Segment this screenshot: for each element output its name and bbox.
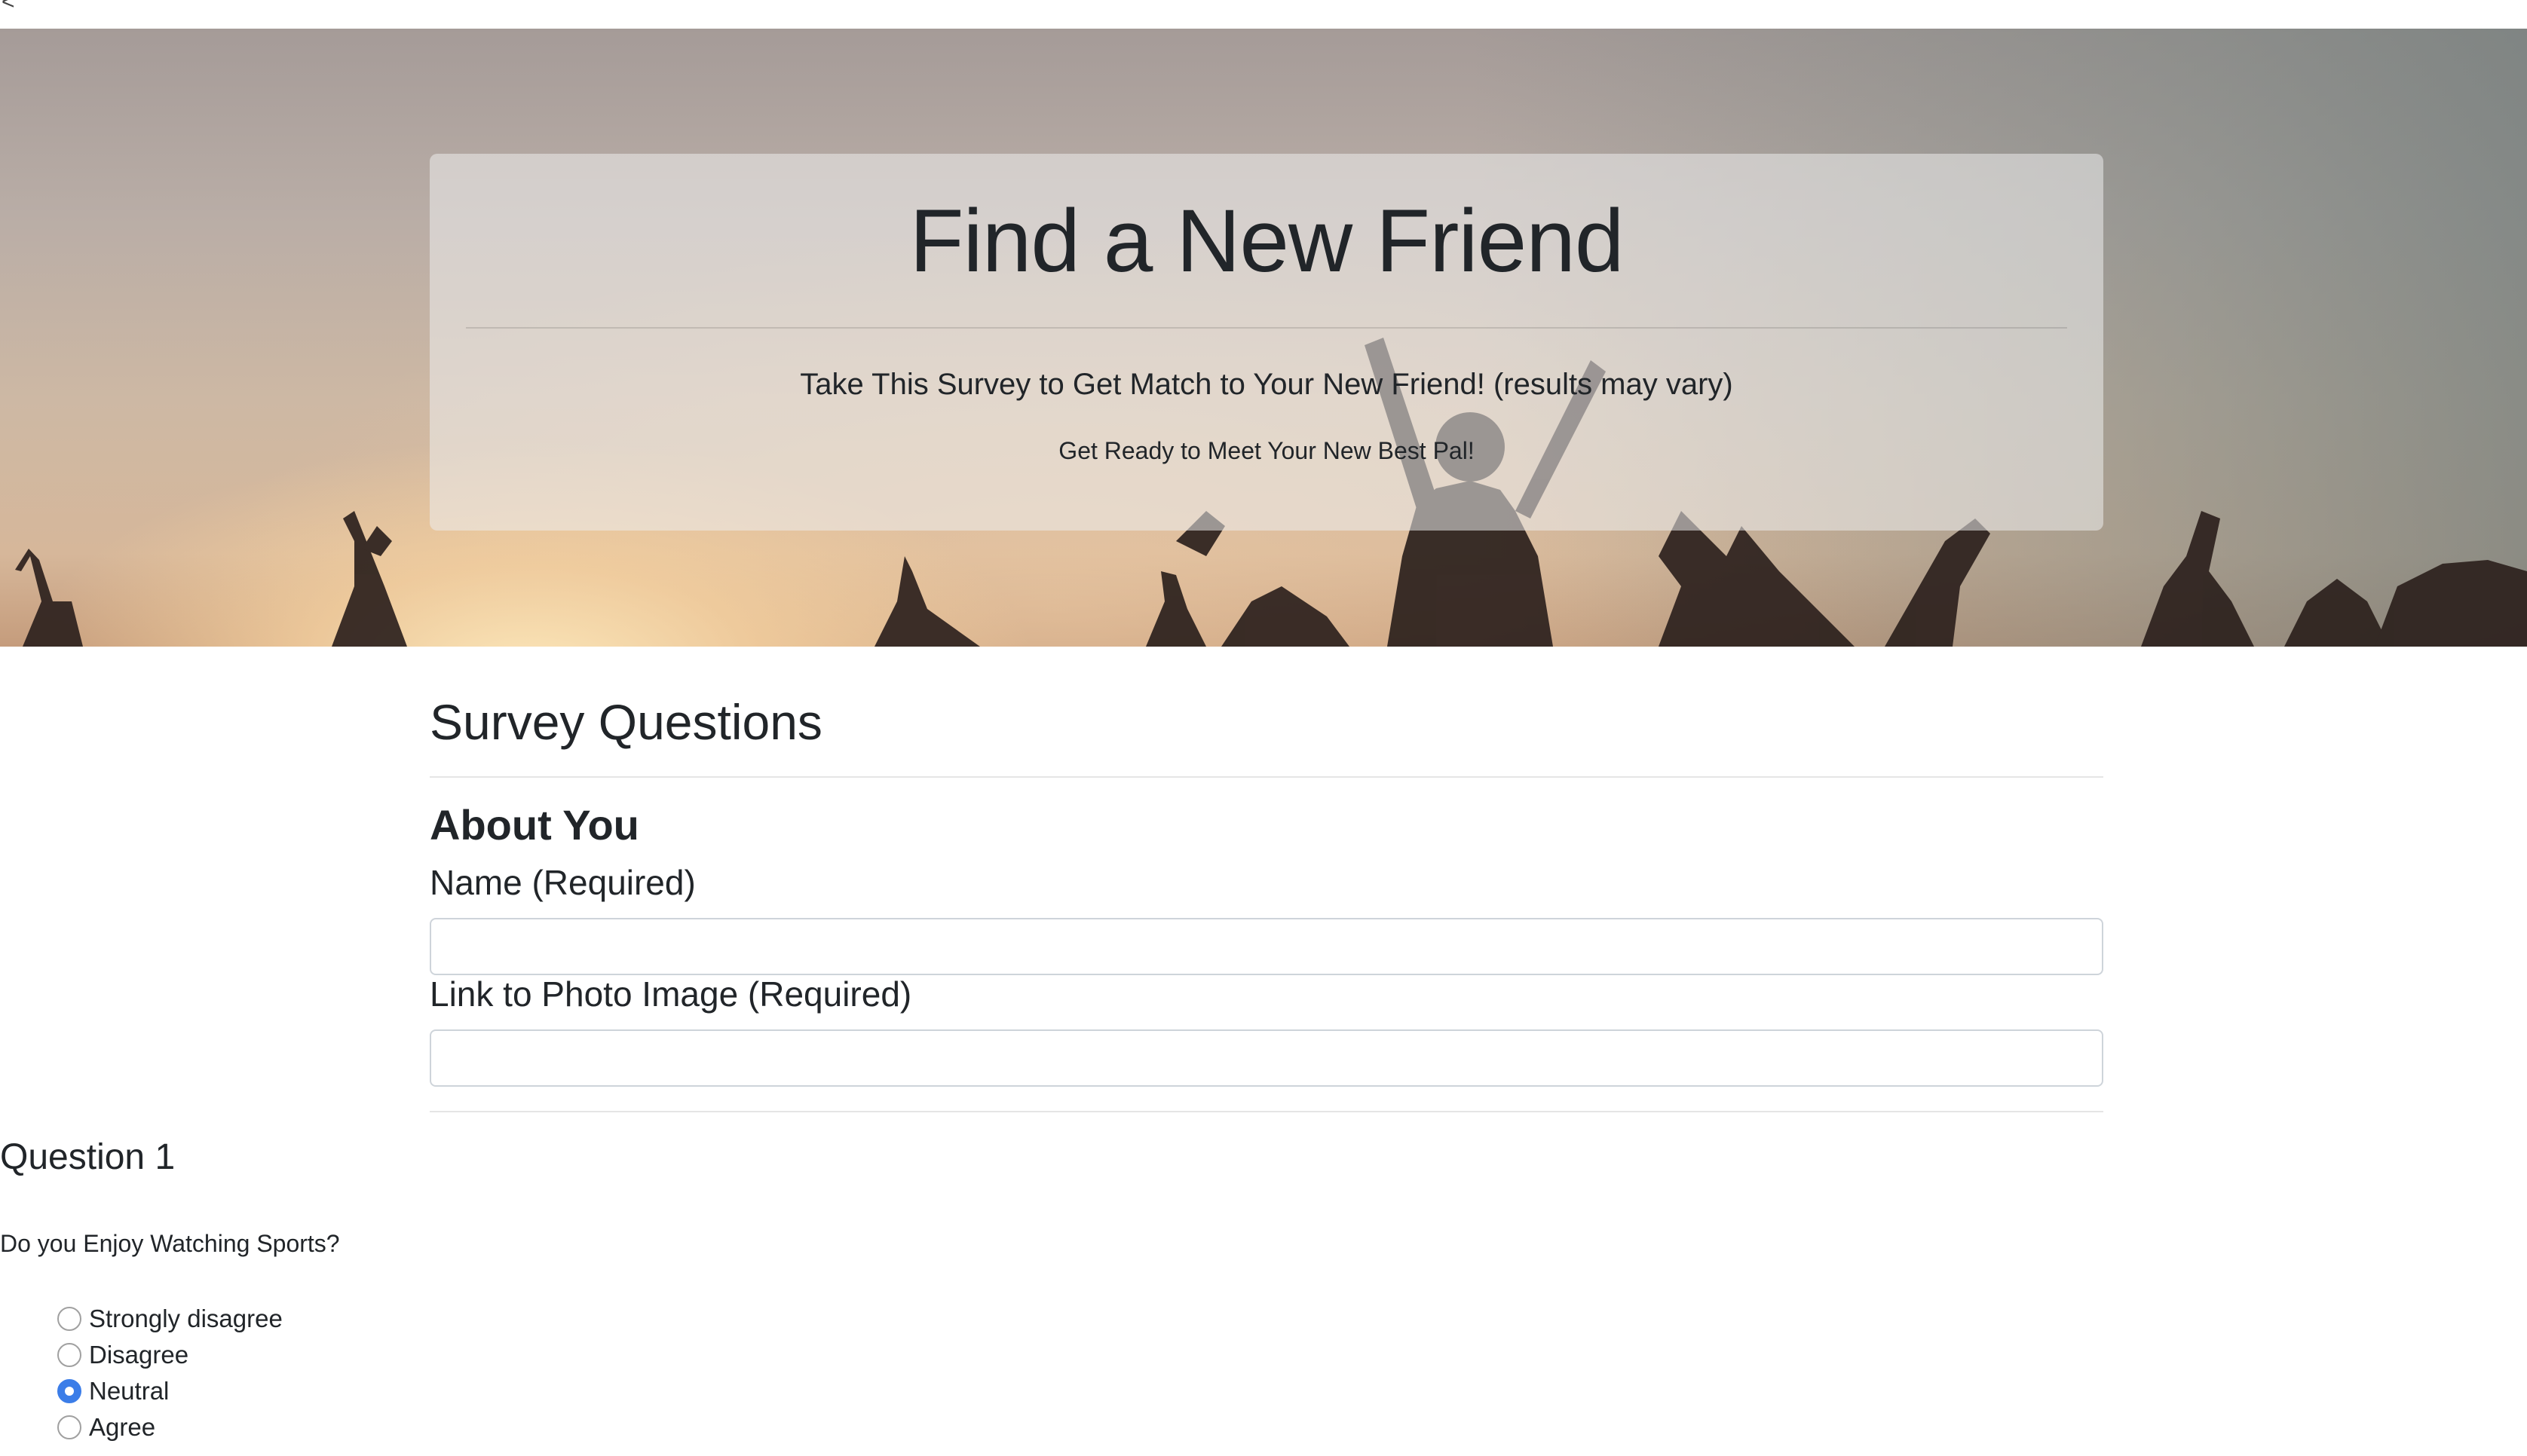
option-label: Neutral bbox=[89, 1377, 170, 1405]
radio-button[interactable] bbox=[57, 1415, 81, 1439]
option-label: Agree bbox=[89, 1413, 156, 1441]
top-strip: < bbox=[0, 0, 2527, 29]
about-you-heading: About You bbox=[430, 801, 639, 849]
photo-link-input[interactable] bbox=[430, 1029, 2103, 1087]
photo-link-label: Link to Photo Image (Required) bbox=[430, 974, 912, 1014]
divider bbox=[430, 776, 2103, 778]
option-neutral[interactable]: Neutral bbox=[57, 1373, 283, 1409]
option-agree[interactable]: Agree bbox=[57, 1409, 283, 1445]
hero-banner: Find a New Friend Take This Survey to Ge… bbox=[0, 29, 2527, 647]
option-disagree[interactable]: Disagree bbox=[57, 1337, 283, 1373]
radio-button-checked[interactable] bbox=[57, 1379, 81, 1403]
radio-button[interactable] bbox=[57, 1307, 81, 1331]
page-title: Find a New Friend bbox=[909, 191, 1624, 291]
jumbotron: Find a New Friend Take This Survey to Ge… bbox=[430, 154, 2103, 531]
divider bbox=[430, 1111, 2103, 1112]
divider bbox=[466, 327, 2067, 329]
answer-options: Strongly disagree Disagree Neutral Agree bbox=[57, 1301, 283, 1445]
name-label: Name (Required) bbox=[430, 863, 696, 902]
subtext: Get Ready to Meet Your New Best Pal! bbox=[1058, 437, 1475, 464]
survey-title: Survey Questions bbox=[430, 694, 822, 750]
name-input[interactable] bbox=[430, 918, 2103, 975]
lead-text: Take This Survey to Get Match to Your Ne… bbox=[800, 368, 1733, 401]
question-text: Do you Enjoy Watching Sports? bbox=[0, 1230, 340, 1257]
option-strongly-disagree[interactable]: Strongly disagree bbox=[57, 1301, 283, 1337]
option-label: Strongly disagree bbox=[89, 1305, 283, 1332]
question-title: Question 1 bbox=[0, 1137, 176, 1177]
option-label: Disagree bbox=[89, 1341, 189, 1369]
radio-button[interactable] bbox=[57, 1343, 81, 1367]
back-chevron-icon[interactable]: < bbox=[2, 0, 15, 15]
